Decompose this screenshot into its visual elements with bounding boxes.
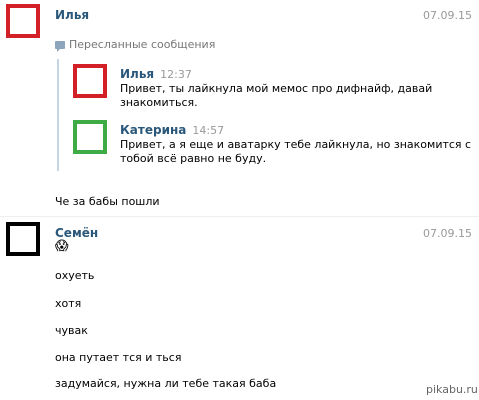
message-divider [0, 216, 479, 217]
message-line: хотя [55, 297, 82, 310]
message-line: чувак [55, 324, 88, 337]
forwarded-text-line: Привет, а я еще и аватарку тебе лайкнула… [120, 138, 472, 151]
forwarded-text-line: Привет, ты лайкнула мой мемос про дифнай… [120, 82, 433, 95]
author-name-ilya[interactable]: Илья [55, 8, 89, 22]
message-line: охуеть [55, 269, 95, 282]
forwarded-text-line: тобой всё равно не буду. [120, 152, 267, 165]
speech-bubble-tail [57, 49, 60, 52]
message-date: 07.09.15 [423, 9, 472, 22]
forwarded-time: 14:57 [192, 124, 225, 137]
message-line: задумайся, нужна ли тебе такая баба [55, 377, 277, 390]
forwarded-quote-line [57, 59, 59, 171]
forwarded-text-line: знакомиться. [120, 96, 198, 109]
message-line: она путает тся и ться [55, 351, 182, 364]
scream-emoji-icon: 😱 [55, 239, 69, 254]
forwarded-text-1: Привет, ты лайкнула мой мемос про дифнай… [120, 82, 432, 110]
message-date: 07.09.15 [423, 227, 472, 240]
speech-bubble-icon [55, 41, 65, 49]
author-name-semyon[interactable]: Семён [55, 226, 98, 240]
forwarded-avatar-katerina[interactable] [73, 120, 107, 154]
avatar-semyon[interactable] [6, 222, 40, 256]
forwarded-text-2: Привет, а я еще и аватарку тебе лайкнула… [120, 138, 471, 166]
forwarded-messages-label: Пересланные сообщения [69, 38, 216, 51]
forwarded-avatar-ilya[interactable] [73, 64, 107, 98]
avatar-ilya[interactable] [6, 4, 40, 38]
forwarded-time: 12:37 [160, 68, 192, 81]
forwarded-author-name[interactable]: Илья [120, 67, 154, 81]
message-text: Че за бабы пошли [55, 195, 160, 208]
forwarded-author-ilya[interactable]: Илья 12:37 [120, 67, 192, 81]
forwarded-author-name[interactable]: Катерина [120, 123, 186, 137]
pikabu-watermark: pikabu.ru [426, 383, 478, 396]
forwarded-author-katerina[interactable]: Катерина 14:57 [120, 123, 224, 137]
